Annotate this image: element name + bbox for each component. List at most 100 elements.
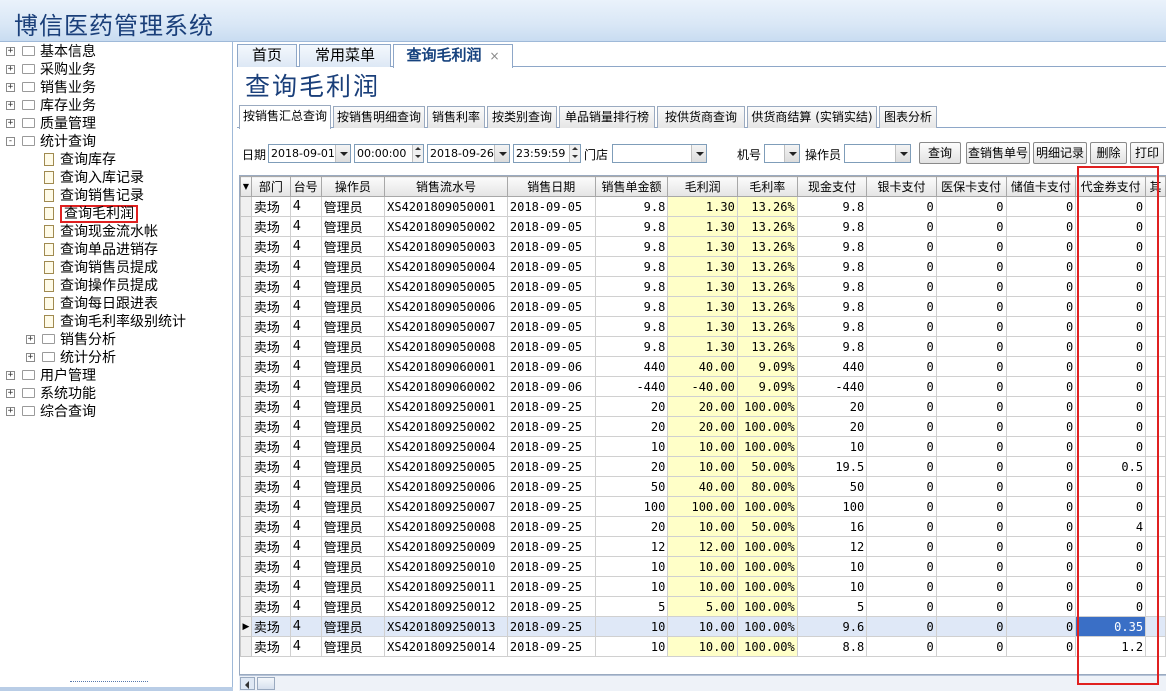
- table-cell[interactable]: [1145, 216, 1166, 237]
- table-cell[interactable]: [1145, 456, 1166, 477]
- table-cell[interactable]: 2018-09-06: [506, 356, 596, 377]
- chevron-down-icon[interactable]: [691, 145, 706, 162]
- table-cell[interactable]: 4: [289, 236, 322, 257]
- table-cell[interactable]: 0: [866, 556, 937, 577]
- table-cell[interactable]: 管理员: [320, 216, 386, 237]
- table-cell[interactable]: 20: [594, 516, 669, 537]
- sidebar-item[interactable]: 查询单品进销存: [0, 241, 230, 259]
- table-cell[interactable]: 0: [1005, 416, 1077, 437]
- table-cell[interactable]: 2018-09-25: [506, 436, 596, 457]
- table-cell[interactable]: 卖场: [250, 296, 291, 317]
- table-cell[interactable]: 9.8: [796, 316, 868, 337]
- table-cell[interactable]: XS4201809050002: [384, 216, 508, 237]
- table-cell[interactable]: 0: [1075, 276, 1147, 297]
- table-cell[interactable]: 0: [935, 476, 1007, 497]
- table-cell[interactable]: 2018-09-05: [506, 196, 596, 217]
- row-indicator[interactable]: [240, 576, 252, 597]
- table-cell[interactable]: 0: [1005, 276, 1077, 297]
- table-cell[interactable]: 1.30: [667, 196, 738, 217]
- table-cell[interactable]: 管理员: [320, 336, 386, 357]
- table-cell[interactable]: 卖场: [250, 396, 291, 417]
- table-cell[interactable]: 4: [289, 636, 322, 657]
- subtab-sales-detail[interactable]: 按销售明细查询: [333, 106, 425, 128]
- table-row[interactable]: 卖场 4 管理员 XS4201809250007 2018-09-25 100 100.00…: [240, 496, 1166, 517]
- table-cell[interactable]: 9.8: [594, 336, 669, 357]
- table-cell[interactable]: 0: [1005, 356, 1077, 377]
- table-cell[interactable]: 卖场: [250, 316, 291, 337]
- table-cell[interactable]: 9.6: [796, 616, 868, 637]
- table-cell[interactable]: 0: [935, 576, 1007, 597]
- table-cell[interactable]: 4: [289, 336, 322, 357]
- table-cell[interactable]: 50.00%: [736, 516, 798, 537]
- table-cell[interactable]: 管理员: [320, 376, 386, 397]
- table-cell[interactable]: [1145, 396, 1166, 417]
- table-cell[interactable]: 0: [935, 596, 1007, 617]
- col-header[interactable]: 操作员: [320, 176, 386, 197]
- table-row[interactable]: 卖场 4 管理员 XS4201809250011 2018-09-25 10 10.00 10…: [240, 576, 1166, 597]
- table-cell[interactable]: XS4201809250006: [384, 476, 508, 497]
- sidebar-item[interactable]: + 销售分析: [0, 331, 230, 349]
- table-cell[interactable]: XS4201809050001: [384, 196, 508, 217]
- table-cell[interactable]: 0: [866, 216, 937, 237]
- table-cell[interactable]: 0: [866, 416, 937, 437]
- table-cell[interactable]: 0.35: [1075, 616, 1147, 637]
- table-cell[interactable]: 2018-09-25: [506, 496, 596, 517]
- table-cell[interactable]: 10.00: [667, 556, 738, 577]
- table-cell[interactable]: 管理员: [320, 496, 386, 517]
- table-cell[interactable]: 2018-09-05: [506, 276, 596, 297]
- table-cell[interactable]: 13.26%: [736, 236, 798, 257]
- expand-icon[interactable]: +: [26, 335, 35, 344]
- table-cell[interactable]: 0: [1075, 376, 1147, 397]
- table-cell[interactable]: 2018-09-25: [506, 536, 596, 557]
- table-cell[interactable]: 2018-09-25: [506, 516, 596, 537]
- table-cell[interactable]: 卖场: [250, 456, 291, 477]
- table-cell[interactable]: 12: [594, 536, 669, 557]
- delete-button[interactable]: 删除: [1090, 142, 1127, 164]
- table-cell[interactable]: 20.00: [667, 396, 738, 417]
- table-cell[interactable]: 卖场: [250, 216, 291, 237]
- table-cell[interactable]: 13.26%: [736, 216, 798, 237]
- start-date-picker[interactable]: 2018-09-01: [268, 144, 351, 163]
- table-cell[interactable]: 16: [796, 516, 868, 537]
- table-cell[interactable]: 0: [1005, 436, 1077, 457]
- table-cell[interactable]: 0: [935, 236, 1007, 257]
- table-cell[interactable]: [1145, 356, 1166, 377]
- table-cell[interactable]: 2018-09-06: [506, 376, 596, 397]
- table-cell[interactable]: 0: [866, 396, 937, 417]
- table-cell[interactable]: 卖场: [250, 556, 291, 577]
- sidebar-item[interactable]: 查询操作员提成: [0, 277, 230, 295]
- expand-icon[interactable]: +: [6, 119, 15, 128]
- sidebar-item[interactable]: 查询毛利率级别统计: [0, 313, 230, 331]
- table-cell[interactable]: 100.00%: [736, 596, 798, 617]
- table-cell[interactable]: 4: [289, 276, 322, 297]
- table-cell[interactable]: 0: [1075, 436, 1147, 457]
- table-cell[interactable]: XS4201809250012: [384, 596, 508, 617]
- table-cell[interactable]: 管理员: [320, 616, 386, 637]
- table-cell[interactable]: 卖场: [250, 536, 291, 557]
- print-button[interactable]: 打印: [1130, 142, 1164, 164]
- table-cell[interactable]: -440: [796, 376, 868, 397]
- table-row[interactable]: 卖场 4 管理员 XS4201809060002 2018-09-06 -440 -40.0…: [240, 376, 1166, 397]
- sidebar-item[interactable]: + 库存业务: [0, 97, 230, 115]
- table-row[interactable]: 卖场 4 管理员 XS4201809050004 2018-09-05 9.8 1.30 13…: [240, 256, 1166, 277]
- table-cell[interactable]: 4: [289, 496, 322, 517]
- col-header[interactable]: 储值卡支付: [1005, 176, 1077, 197]
- row-indicator[interactable]: [240, 596, 252, 617]
- table-cell[interactable]: 0: [866, 616, 937, 637]
- query-sales-no-button[interactable]: 查销售单号: [966, 142, 1030, 164]
- table-cell[interactable]: 0: [935, 256, 1007, 277]
- row-indicator[interactable]: [240, 376, 252, 397]
- table-cell[interactable]: 12.00: [667, 536, 738, 557]
- table-cell[interactable]: 9.8: [796, 196, 868, 217]
- table-cell[interactable]: 0: [1075, 236, 1147, 257]
- end-date-picker[interactable]: 2018-09-26: [427, 144, 510, 163]
- table-row[interactable]: 卖场 4 管理员 XS4201809050001 2018-09-05 9.8 1.30 13…: [240, 196, 1166, 217]
- table-row[interactable]: 卖场 4 管理员 XS4201809050002 2018-09-05 9.8 1.30 13…: [240, 216, 1166, 237]
- sidebar-item[interactable]: 查询毛利润: [0, 205, 230, 223]
- table-cell[interactable]: XS4201809050004: [384, 256, 508, 277]
- table-cell[interactable]: 4: [289, 436, 322, 457]
- chevron-down-icon[interactable]: [784, 145, 799, 162]
- col-header[interactable]: 毛利润: [667, 176, 738, 197]
- table-cell[interactable]: [1145, 576, 1166, 597]
- table-cell[interactable]: 13.26%: [736, 336, 798, 357]
